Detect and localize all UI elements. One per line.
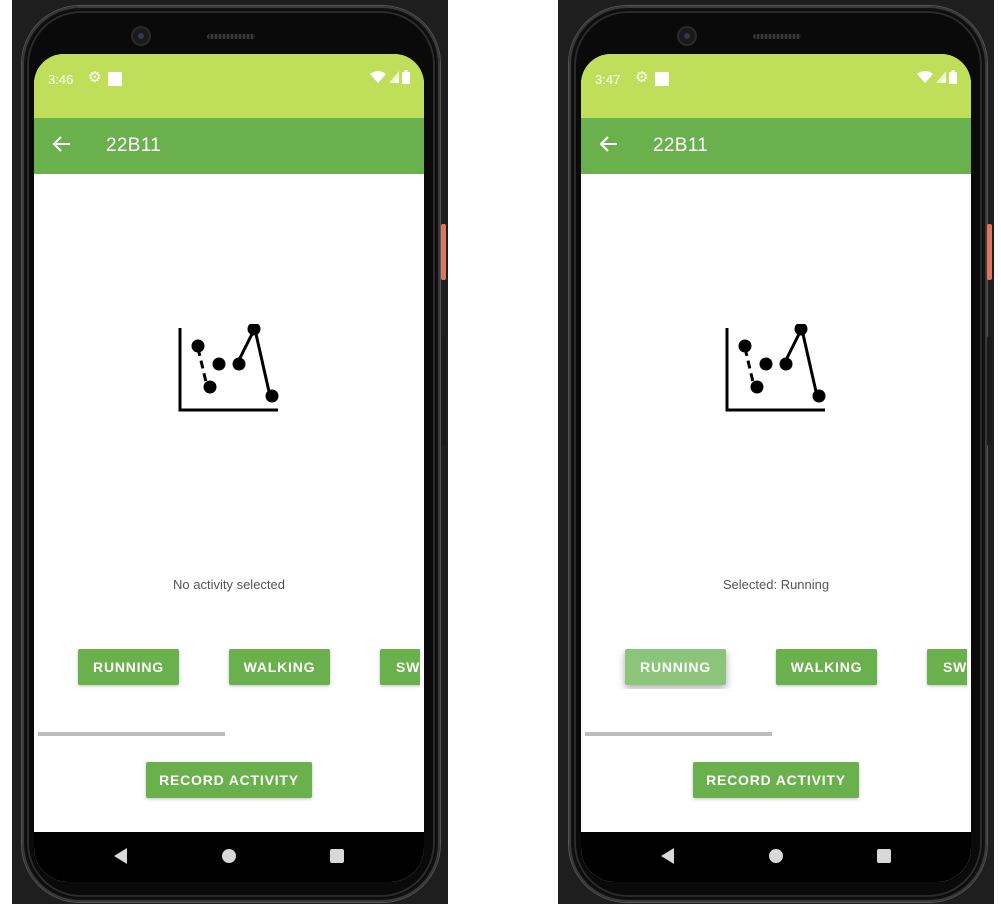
home-circle-icon[interactable]	[769, 849, 783, 863]
earpiece-speaker	[753, 34, 801, 39]
signal-icon	[936, 71, 946, 83]
system-nav-bar	[581, 832, 971, 882]
battery-icon	[949, 70, 957, 84]
app-bar: 22B11	[34, 118, 424, 174]
earpiece-speaker	[207, 34, 255, 39]
status-bar: 3:47 ⚙	[581, 54, 971, 118]
status-right-icons	[370, 70, 410, 84]
record-activity-button[interactable]: RECORD ACTIVITY	[693, 762, 859, 798]
signal-icon	[389, 71, 399, 83]
front-camera-icon	[133, 28, 149, 44]
status-bar: 3:46 ⚙	[34, 54, 424, 118]
page-title: 22B11	[653, 135, 709, 156]
volume-button	[987, 336, 992, 446]
power-button	[987, 224, 992, 280]
power-button	[441, 224, 446, 280]
activity-button-row[interactable]: RUNNING WALKING SW	[585, 649, 967, 689]
record-activity-button[interactable]: RECORD ACTIVITY	[146, 762, 312, 798]
scatter-chart-icon	[178, 324, 279, 412]
horizontal-scroll-indicator	[38, 732, 225, 736]
wifi-icon	[370, 71, 386, 83]
arrow-left-icon[interactable]	[597, 132, 621, 156]
recents-square-icon[interactable]	[330, 849, 344, 863]
arrow-left-icon[interactable]	[50, 132, 74, 156]
scatter-chart-icon	[725, 324, 826, 412]
swimming-button-partial[interactable]: SW	[927, 649, 967, 685]
phone-screen: 3:47 ⚙ 22B11 Selected: Running RUNNING W…	[581, 54, 971, 882]
main-content: No activity selected RUNNING WALKING SW …	[34, 174, 424, 832]
running-button[interactable]: RUNNING	[78, 649, 179, 685]
back-triangle-icon[interactable]	[114, 848, 127, 864]
phone-right: 3:47 ⚙ 22B11 Selected: Running RUNNING W…	[569, 6, 992, 902]
screenshot-stage: 3:46 ⚙ 22B11 No activity selected RUNNIN…	[0, 0, 1001, 904]
wifi-icon	[917, 71, 933, 83]
volume-button	[441, 336, 446, 446]
front-camera-icon	[679, 28, 695, 44]
selected-activity-label: No activity selected	[173, 577, 285, 592]
swimming-button-partial[interactable]: SW	[380, 649, 420, 685]
recents-square-icon[interactable]	[877, 849, 891, 863]
square-notification-icon	[108, 72, 122, 86]
gear-icon: ⚙	[88, 69, 102, 86]
main-content: Selected: Running RUNNING WALKING SW REC…	[581, 174, 971, 832]
status-time: 3:47	[595, 72, 621, 87]
page-title: 22B11	[106, 135, 162, 156]
battery-icon	[402, 70, 410, 84]
system-nav-bar	[34, 832, 424, 882]
phone-screen: 3:46 ⚙ 22B11 No activity selected RUNNIN…	[34, 54, 424, 882]
activity-button-row[interactable]: RUNNING WALKING SW	[38, 649, 420, 689]
walking-button[interactable]: WALKING	[776, 649, 877, 685]
gear-icon: ⚙	[635, 69, 649, 86]
walking-button[interactable]: WALKING	[229, 649, 330, 685]
home-circle-icon[interactable]	[222, 849, 236, 863]
phone-left: 3:46 ⚙ 22B11 No activity selected RUNNIN…	[22, 6, 446, 902]
status-time: 3:46	[48, 72, 74, 87]
square-notification-icon	[655, 72, 669, 86]
running-button[interactable]: RUNNING	[625, 649, 726, 685]
horizontal-scroll-indicator	[585, 732, 772, 736]
selected-activity-label: Selected: Running	[722, 577, 830, 592]
back-triangle-icon[interactable]	[661, 848, 674, 864]
app-bar: 22B11	[581, 118, 971, 174]
status-right-icons	[917, 70, 957, 84]
